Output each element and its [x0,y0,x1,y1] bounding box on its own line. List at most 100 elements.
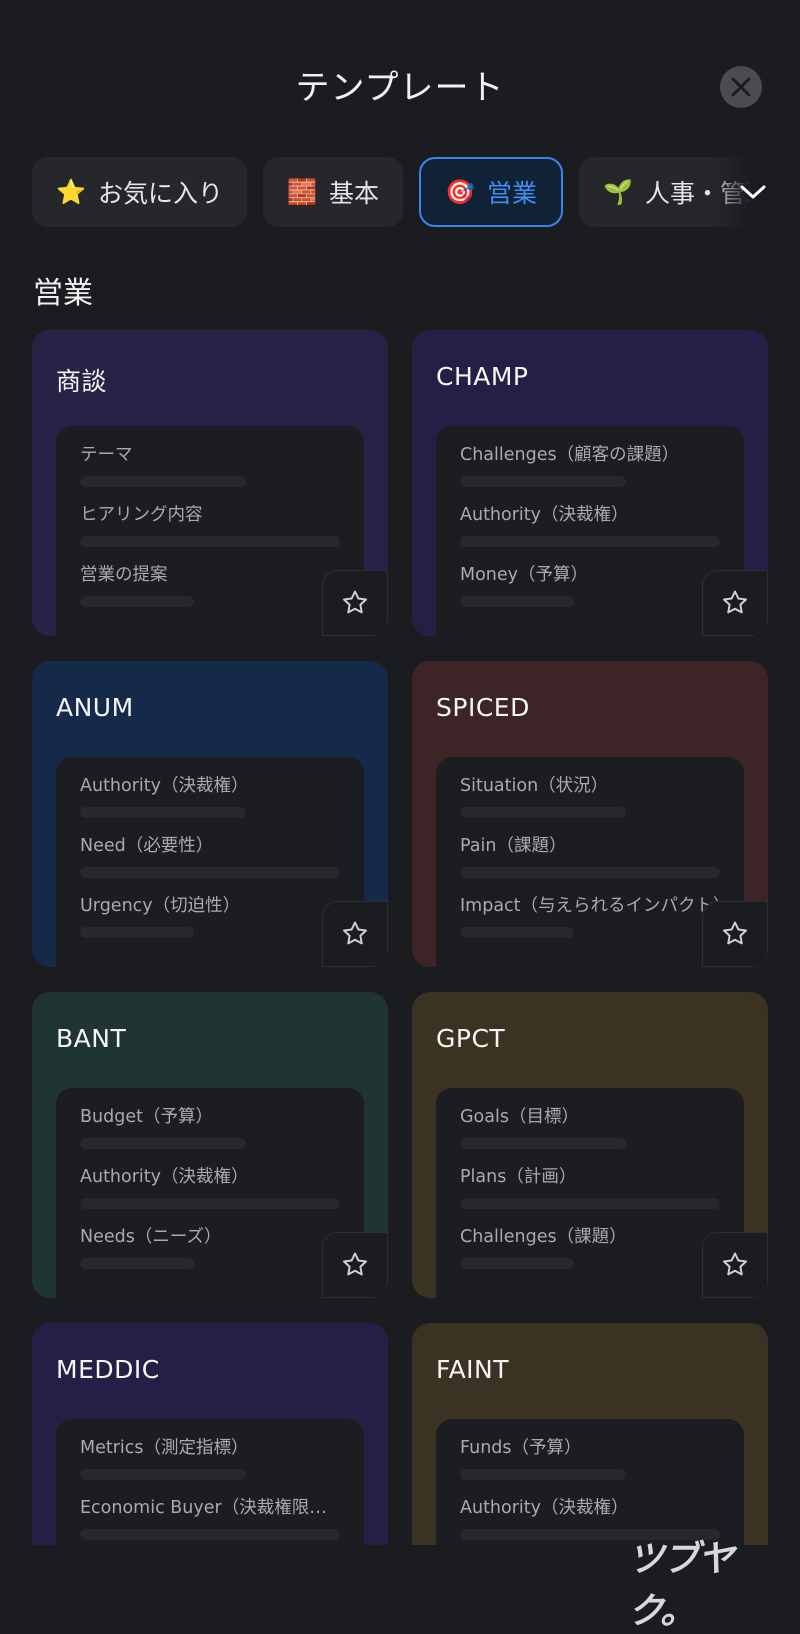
preview-field: Money（予算） [460,562,720,607]
preview-field-bar [460,476,627,487]
template-card[interactable]: CHAMP Challenges（顧客の課題） Authority（決裁権） Mone… [412,330,768,636]
preview-field-label: Challenges（顧客の課題） [460,445,680,465]
expand-tabs-button[interactable] [736,178,770,206]
preview-field-label: Needs（ニーズ） [80,1227,222,1247]
star-icon: ⭐ [56,178,86,206]
star-icon [723,921,747,945]
section-title: 営業 [33,276,93,311]
tab-basic[interactable]: 🧱 基本 [263,157,404,227]
star-icon [343,590,367,614]
tab-label: 基本 [329,179,380,208]
favorite-button[interactable] [322,570,388,636]
favorite-button[interactable] [322,1232,388,1298]
preview-field-label: Challenges（課題） [460,1227,627,1247]
card-preview: Budget（予算） Authority（決裁権） Needs（ニーズ） [56,1088,364,1298]
template-card[interactable]: MEDDIC Metrics（測定指標） Economic Buyer（決裁権限… [32,1323,388,1545]
close-button[interactable] [720,66,762,108]
target-icon: 🎯 [445,178,475,206]
preview-field: Challenges（顧客の課題） [460,442,720,487]
template-card[interactable]: BANT Budget（予算） Authority（決裁権） Needs（ニーズ） [32,992,388,1298]
preview-field-label: Urgency（切迫性） [80,896,241,916]
preview-field-bar [80,536,340,547]
preview-field: Authority（決裁権） [460,502,720,547]
template-card[interactable]: 商談テーマヒアリング内容営業の提案 [32,330,388,636]
template-card[interactable]: GPCT Goals（目標） Plans（計画） Challenges（課題） [412,992,768,1298]
preview-field-bar [460,536,720,547]
preview-field: Metrics（測定指標） [80,1435,340,1480]
page-title: テンプレート [295,68,505,108]
preview-field-label: Situation（状況） [460,776,609,796]
card-title: ANUM [56,693,134,722]
preview-field-label: Metrics（測定指標） [80,1438,249,1458]
template-card[interactable]: ANUM Authority（決裁権） Need（必要性） Urgency（切迫性） [32,661,388,967]
preview-field-bar [80,1138,247,1149]
preview-field: Impact（与えられるインパクト） [460,893,730,938]
preview-field-label: テーマ [80,445,133,465]
template-card[interactable]: FAINT Funds（予算） Authority（決裁権） [412,1323,768,1545]
preview-field: Need（必要性） [80,833,340,878]
preview-field-label: Budget（予算） [80,1107,213,1127]
preview-field-label: 営業の提案 [80,565,168,585]
preview-field-bar [460,867,720,878]
preview-field: テーマ [80,442,340,487]
preview-field-bar [460,1138,627,1149]
favorite-button[interactable] [702,1232,768,1298]
preview-field: Situation（状況） [460,773,720,818]
preview-field: Goals（目標） [460,1104,720,1149]
preview-field-bar [460,596,575,607]
template-grid: 商談テーマヒアリング内容営業の提案 CHAMP Challenges（顧客の課題） A… [32,330,768,1545]
preview-field-label: Funds（予算） [460,1438,582,1458]
favorite-button[interactable] [322,901,388,967]
card-title: CHAMP [436,362,529,391]
preview-field-label: Impact（与えられるインパクト） [460,896,730,916]
preview-field-bar [80,927,195,938]
preview-field-bar [80,1529,340,1540]
watermark-logo: ツブヤク。 [628,1539,734,1632]
star-icon [343,921,367,945]
card-title: GPCT [436,1024,506,1053]
preview-field: Challenges（課題） [460,1224,720,1269]
preview-field: ヒアリング内容 [80,502,340,547]
preview-field-label: Need（必要性） [80,836,214,856]
preview-field-bar [460,1258,575,1269]
tab-label: お気に入り [98,179,224,208]
preview-field-bar [80,596,195,607]
preview-field: Authority（決裁権） [80,773,340,818]
card-title: MEDDIC [56,1355,160,1384]
preview-field-bar [460,1198,720,1209]
preview-field-bar [460,927,575,938]
card-preview: Challenges（顧客の課題） Authority（決裁権） Money（予算） [436,426,744,636]
card-preview: テーマヒアリング内容営業の提案 [56,426,364,636]
card-preview: Authority（決裁権） Need（必要性） Urgency（切迫性） [56,757,364,967]
favorite-button[interactable] [702,570,768,636]
close-icon [731,77,751,97]
preview-field-bar [460,1469,627,1480]
card-preview: Metrics（測定指標） Economic Buyer（決裁権限… [56,1419,364,1545]
category-tabs: ⭐ お気に入り 🧱 基本 🎯 営業 🌱 人事・管理 [32,157,800,227]
preview-field-label: Goals（目標） [460,1107,579,1127]
preview-field-label: Authority（決裁権） [460,1498,629,1518]
preview-field: Economic Buyer（決裁権限… [80,1495,340,1540]
chevron-down-icon [740,185,766,199]
preview-field-label: Plans（計画） [460,1167,577,1187]
header: テンプレート [0,0,800,170]
card-preview: Funds（予算） Authority（決裁権） [436,1419,744,1545]
star-icon [723,1252,747,1276]
preview-field: Budget（予算） [80,1104,340,1149]
card-title: BANT [56,1024,127,1053]
star-icon [343,1252,367,1276]
template-card[interactable]: SPICED Situation（状況） Pain（課題） Impact（与えられるイ… [412,661,768,967]
preview-field-label: Authority（決裁権） [80,776,249,796]
favorite-button[interactable] [702,901,768,967]
preview-field: Funds（予算） [460,1435,720,1480]
preview-field: Urgency（切迫性） [80,893,340,938]
card-title: 商談 [56,367,108,396]
tab-sales[interactable]: 🎯 営業 [419,157,564,227]
preview-field: Authority（決裁権） [80,1164,340,1209]
card-preview: Goals（目標） Plans（計画） Challenges（課題） [436,1088,744,1298]
preview-field: Needs（ニーズ） [80,1224,340,1269]
tab-label: 営業 [487,179,538,208]
preview-field-label: Economic Buyer（決裁権限… [80,1498,327,1518]
tab-favorites[interactable]: ⭐ お気に入り [32,157,248,227]
preview-field-label: Authority（決裁権） [80,1167,249,1187]
